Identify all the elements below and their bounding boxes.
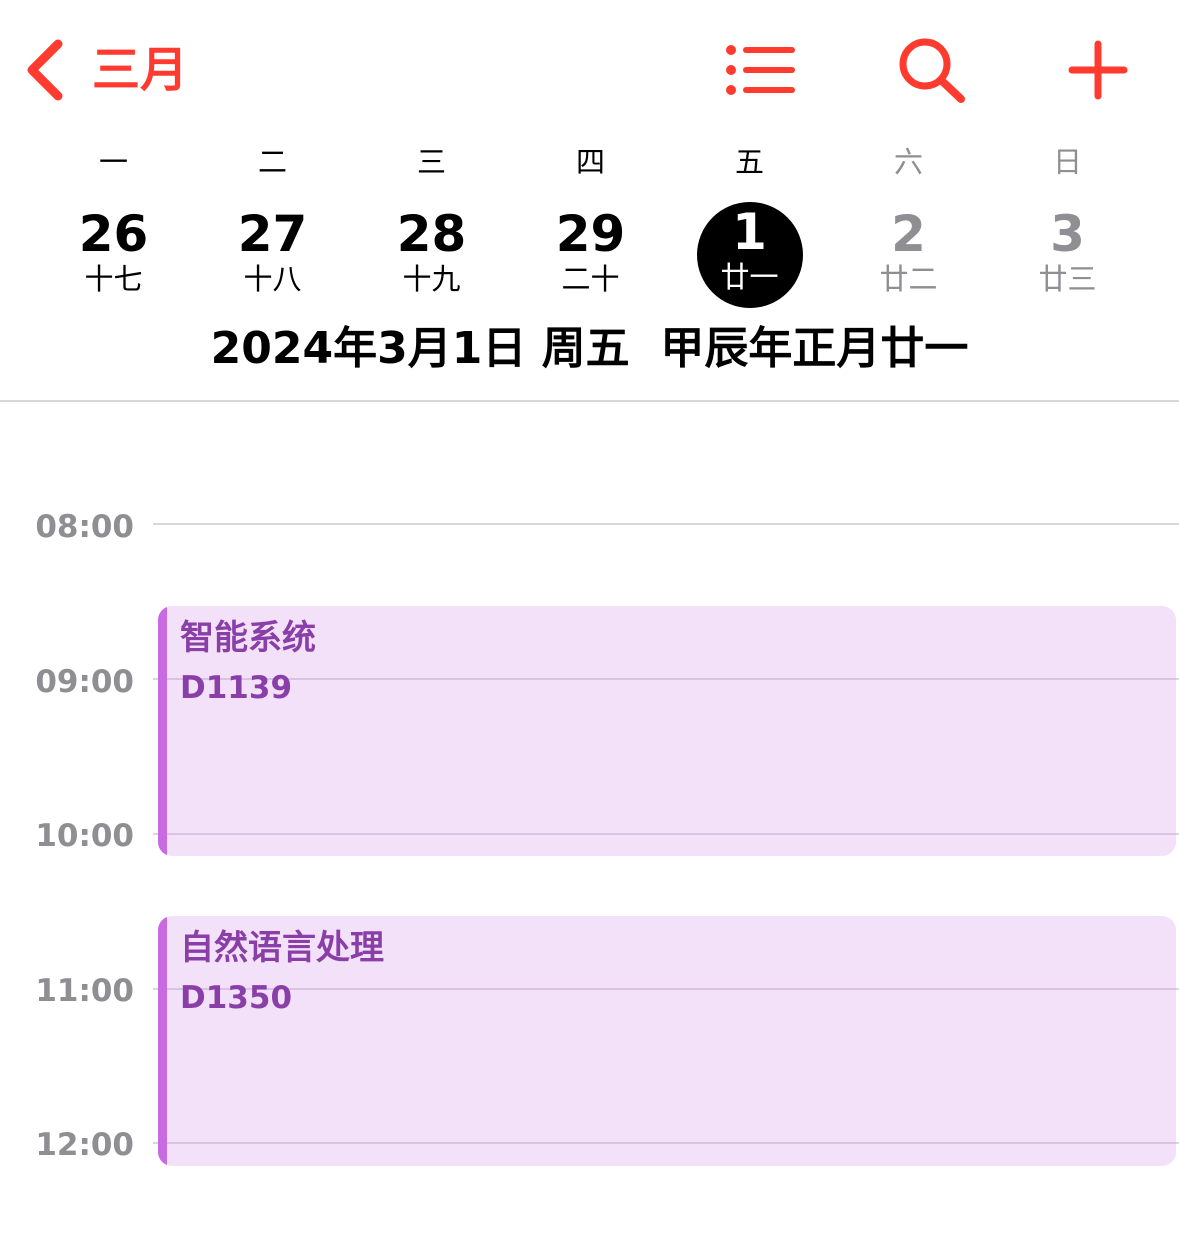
date-number: 2 [891, 205, 926, 263]
day-sat[interactable]: 六 2 廿二 [829, 140, 988, 305]
weekday-label: 六 [893, 145, 923, 179]
plus-icon [1068, 40, 1128, 104]
lunar-date: 十七 [84, 262, 143, 296]
lunar-date: 廿二 [879, 262, 938, 296]
day-fri-selected[interactable]: 五 1 廿一 [670, 140, 829, 308]
lunar-date: 廿一 [720, 260, 779, 294]
date-number: 1 [732, 203, 767, 261]
week-strip: 一 26 十七 二 27 十八 三 28 十九 四 29 二十 五 1 廿一 六… [0, 140, 1179, 310]
day-thu[interactable]: 四 29 二十 [511, 140, 670, 305]
list-icon [724, 42, 796, 102]
date-number: 26 [78, 205, 149, 263]
day-mon[interactable]: 一 26 十七 [34, 140, 193, 305]
date-number: 27 [237, 205, 308, 263]
navigation-bar: 三月 [0, 0, 1179, 140]
day-sun[interactable]: 日 3 廿三 [988, 140, 1147, 305]
hour-label: 11:00 [35, 973, 134, 1009]
search-icon [897, 36, 967, 108]
weekday-label: 四 [575, 145, 605, 179]
header-divider [0, 400, 1179, 402]
hour-gridline [158, 1142, 1176, 1144]
chevron-left-icon [22, 38, 66, 102]
hour-label: 10:00 [35, 818, 134, 854]
hour-label: 09:00 [35, 664, 134, 700]
back-button[interactable]: 三月 [22, 38, 188, 102]
date-number: 3 [1050, 205, 1085, 263]
lunar-date: 十八 [243, 262, 302, 296]
calendar-event[interactable]: 智能系统 D1139 [158, 606, 1176, 856]
weekday-label: 一 [98, 145, 128, 179]
hour-gridline [158, 988, 1176, 990]
hour-label: 12:00 [35, 1127, 134, 1163]
weekday-label: 三 [416, 145, 446, 179]
selected-full-date: 2024年3月1日 周五 甲辰年正月廿一 [210, 323, 969, 374]
weekday-label: 日 [1052, 145, 1082, 179]
list-view-button[interactable] [724, 38, 796, 106]
day-wed[interactable]: 三 28 十九 [352, 140, 511, 305]
add-event-button[interactable] [1062, 38, 1134, 106]
event-title: 自然语言处理 [180, 928, 384, 968]
lunar-date: 十九 [402, 262, 461, 296]
hour-gridline [158, 833, 1176, 835]
event-color-bar [158, 916, 167, 1166]
weekday-label: 五 [734, 145, 764, 179]
event-location: D1350 [180, 980, 293, 1016]
hour-label: 08:00 [35, 509, 134, 545]
event-location: D1139 [180, 670, 293, 706]
day-tue[interactable]: 二 27 十八 [193, 140, 352, 305]
search-button[interactable] [896, 38, 968, 106]
back-button-label: 三月 [92, 42, 189, 98]
calendar-event[interactable]: 自然语言处理 D1350 [158, 916, 1176, 1166]
date-number: 29 [555, 205, 626, 263]
hour-gridline [158, 678, 1176, 680]
hour-gridline [153, 523, 1179, 525]
event-color-bar [158, 606, 167, 856]
lunar-date: 廿三 [1038, 262, 1097, 296]
date-number: 28 [396, 205, 467, 263]
lunar-date: 二十 [561, 262, 620, 296]
event-title: 智能系统 [180, 618, 316, 658]
weekday-label: 二 [257, 145, 287, 179]
